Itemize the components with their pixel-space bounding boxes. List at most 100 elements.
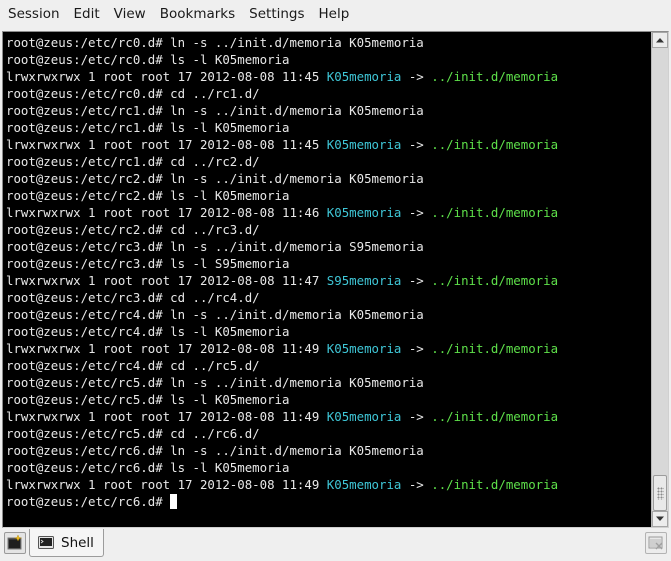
terminal-line: root@zeus:/etc/rc2.d# cd ../rc3.d/ <box>6 221 651 238</box>
terminal-line: lrwxrwxrwx 1 root root 17 2012-08-08 11:… <box>6 408 651 425</box>
command-text: root@zeus:/etc/rc6.d# ln -s ../init.d/me… <box>6 443 424 458</box>
tab-label: Shell <box>61 534 94 551</box>
terminal-line: lrwxrwxrwx 1 root root 17 2012-08-08 11:… <box>6 476 651 493</box>
command-text: root@zeus:/etc/rc1.d# ls -l K05memoria <box>6 120 290 135</box>
vertical-scrollbar[interactable] <box>651 32 668 527</box>
terminal-line: root@zeus:/etc/rc6.d# ln -s ../init.d/me… <box>6 442 651 459</box>
link-target: ../init.d/memoria <box>431 137 559 152</box>
link-arrow: -> <box>401 477 432 492</box>
command-text: root@zeus:/etc/rc1.d# cd ../rc2.d/ <box>6 154 260 169</box>
menu-bookmarks[interactable]: Bookmarks <box>153 0 242 28</box>
command-text: root@zeus:/etc/rc5.d# ln -s ../init.d/me… <box>6 375 424 390</box>
command-text: root@zeus:/etc/rc3.d# ln -s ../init.d/me… <box>6 239 424 254</box>
link-target: ../init.d/memoria <box>431 477 559 492</box>
prompt: root@zeus:/etc/rc6.d# <box>6 494 171 509</box>
terminal-line: lrwxrwxrwx 1 root root 17 2012-08-08 11:… <box>6 272 651 289</box>
command-text: root@zeus:/etc/rc0.d# ln -s ../init.d/me… <box>6 35 424 50</box>
new-tab-icon <box>7 534 22 550</box>
scroll-down-button[interactable] <box>652 511 668 527</box>
symlink-name: K05memoria <box>326 137 402 152</box>
symlink-name: K05memoria <box>326 477 402 492</box>
link-target: ../init.d/memoria <box>431 409 559 424</box>
listing-text: lrwxrwxrwx 1 root root 17 2012-08-08 11:… <box>6 205 327 220</box>
link-arrow: -> <box>401 341 432 356</box>
terminal-line: lrwxrwxrwx 1 root root 17 2012-08-08 11:… <box>6 136 651 153</box>
command-text: root@zeus:/etc/rc4.d# ln -s ../init.d/me… <box>6 307 424 322</box>
command-text: root@zeus:/etc/rc5.d# ls -l K05memoria <box>6 392 290 407</box>
link-arrow: -> <box>401 137 432 152</box>
menu-settings[interactable]: Settings <box>242 0 311 28</box>
terminal-icon <box>38 536 54 549</box>
command-text: root@zeus:/etc/rc2.d# cd ../rc3.d/ <box>6 222 260 237</box>
command-text: root@zeus:/etc/rc3.d# ls -l S95memoria <box>6 256 290 271</box>
terminal-line: root@zeus:/etc/rc1.d# cd ../rc2.d/ <box>6 153 651 170</box>
command-text: root@zeus:/etc/rc4.d# cd ../rc5.d/ <box>6 358 260 373</box>
terminal-line: root@zeus:/etc/rc4.d# ln -s ../init.d/me… <box>6 306 651 323</box>
command-text: root@zeus:/etc/rc0.d# cd ../rc1.d/ <box>6 86 260 101</box>
terminal-line: root@zeus:/etc/rc0.d# ls -l K05memoria <box>6 51 651 68</box>
tab-bar: Shell <box>0 529 671 561</box>
terminal-line: lrwxrwxrwx 1 root root 17 2012-08-08 11:… <box>6 204 651 221</box>
terminal-line: root@zeus:/etc/rc5.d# cd ../rc6.d/ <box>6 425 651 442</box>
close-tab-icon <box>648 536 663 550</box>
command-text: root@zeus:/etc/rc5.d# cd ../rc6.d/ <box>6 426 260 441</box>
konsole-window: Session Edit View Bookmarks Settings Hel… <box>0 0 671 561</box>
terminal-line: lrwxrwxrwx 1 root root 17 2012-08-08 11:… <box>6 340 651 357</box>
command-text: root@zeus:/etc/rc6.d# ls -l K05memoria <box>6 460 290 475</box>
terminal-line: root@zeus:/etc/rc0.d# ln -s ../init.d/me… <box>6 34 651 51</box>
terminal-line: root@zeus:/etc/rc4.d# ls -l K05memoria <box>6 323 651 340</box>
scroll-up-button[interactable] <box>652 32 668 48</box>
terminal-output[interactable]: root@zeus:/etc/rc0.d# ln -s ../init.d/me… <box>3 32 651 527</box>
arrow-up-icon <box>656 38 664 43</box>
terminal-line: root@zeus:/etc/rc1.d# ln -s ../init.d/me… <box>6 102 651 119</box>
terminal-line: root@zeus:/etc/rc5.d# ls -l K05memoria <box>6 391 651 408</box>
symlink-name: K05memoria <box>326 341 402 356</box>
command-text: root@zeus:/etc/rc1.d# ln -s ../init.d/me… <box>6 103 424 118</box>
arrow-down-icon <box>656 516 664 521</box>
prompt-line: root@zeus:/etc/rc6.d# <box>6 493 651 510</box>
command-text: root@zeus:/etc/rc2.d# ln -s ../init.d/me… <box>6 171 424 186</box>
menu-bar: Session Edit View Bookmarks Settings Hel… <box>0 0 671 28</box>
close-tab-button[interactable] <box>645 532 667 554</box>
terminal-line: root@zeus:/etc/rc3.d# cd ../rc4.d/ <box>6 289 651 306</box>
symlink-name: K05memoria <box>326 69 402 84</box>
scroll-thumb[interactable] <box>653 475 667 511</box>
terminal-line: root@zeus:/etc/rc0.d# cd ../rc1.d/ <box>6 85 651 102</box>
tab-shell[interactable]: Shell <box>29 529 104 557</box>
symlink-name: S95memoria <box>326 273 402 288</box>
listing-text: lrwxrwxrwx 1 root root 17 2012-08-08 11:… <box>6 409 327 424</box>
new-tab-button[interactable] <box>4 532 26 554</box>
link-arrow: -> <box>401 69 432 84</box>
terminal-line: root@zeus:/etc/rc2.d# ls -l K05memoria <box>6 187 651 204</box>
link-arrow: -> <box>401 205 432 220</box>
listing-text: lrwxrwxrwx 1 root root 17 2012-08-08 11:… <box>6 273 327 288</box>
listing-text: lrwxrwxrwx 1 root root 17 2012-08-08 11:… <box>6 137 327 152</box>
link-target: ../init.d/memoria <box>431 205 559 220</box>
terminal-line: root@zeus:/etc/rc4.d# cd ../rc5.d/ <box>6 357 651 374</box>
command-text: root@zeus:/etc/rc2.d# ls -l K05memoria <box>6 188 290 203</box>
menu-view[interactable]: View <box>107 0 153 28</box>
terminal-line: root@zeus:/etc/rc3.d# ls -l S95memoria <box>6 255 651 272</box>
link-target: ../init.d/memoria <box>431 273 559 288</box>
terminal-line: root@zeus:/etc/rc2.d# ln -s ../init.d/me… <box>6 170 651 187</box>
text-cursor <box>170 494 178 509</box>
symlink-name: K05memoria <box>326 409 402 424</box>
link-target: ../init.d/memoria <box>431 69 559 84</box>
menu-help[interactable]: Help <box>312 0 357 28</box>
listing-text: lrwxrwxrwx 1 root root 17 2012-08-08 11:… <box>6 69 327 84</box>
listing-text: lrwxrwxrwx 1 root root 17 2012-08-08 11:… <box>6 477 327 492</box>
terminal-line: root@zeus:/etc/rc3.d# ln -s ../init.d/me… <box>6 238 651 255</box>
symlink-name: K05memoria <box>326 205 402 220</box>
menu-session[interactable]: Session <box>1 0 67 28</box>
terminal-frame: root@zeus:/etc/rc0.d# ln -s ../init.d/me… <box>2 31 669 528</box>
terminal-line: root@zeus:/etc/rc1.d# ls -l K05memoria <box>6 119 651 136</box>
command-text: root@zeus:/etc/rc3.d# cd ../rc4.d/ <box>6 290 260 305</box>
terminal-line: root@zeus:/etc/rc6.d# ls -l K05memoria <box>6 459 651 476</box>
grip-icon <box>657 487 664 500</box>
command-text: root@zeus:/etc/rc0.d# ls -l K05memoria <box>6 52 290 67</box>
menu-edit[interactable]: Edit <box>67 0 107 28</box>
terminal-line: lrwxrwxrwx 1 root root 17 2012-08-08 11:… <box>6 68 651 85</box>
listing-text: lrwxrwxrwx 1 root root 17 2012-08-08 11:… <box>6 341 327 356</box>
terminal-line: root@zeus:/etc/rc5.d# ln -s ../init.d/me… <box>6 374 651 391</box>
link-target: ../init.d/memoria <box>431 341 559 356</box>
